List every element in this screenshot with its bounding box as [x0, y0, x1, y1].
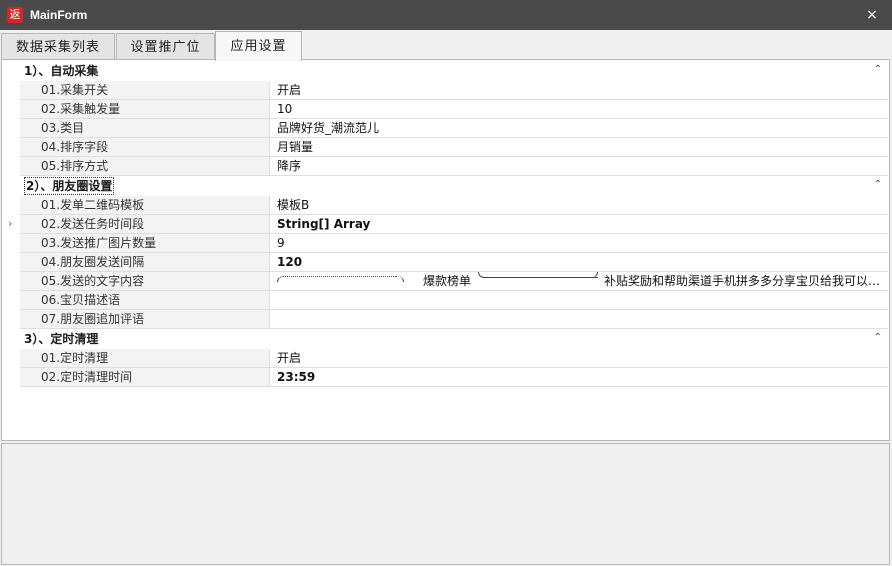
- property-name: 05.排序方式: [20, 157, 270, 175]
- property-row[interactable]: 01.定时清理 开启: [3, 349, 888, 368]
- app-settings-panel: 1）、自动采集 ⌃ 01.采集开关 开启 02.采集触发量 10 03.类目 品…: [1, 59, 890, 441]
- property-value[interactable]: 降序: [271, 157, 888, 175]
- tab-promotion-slot-settings[interactable]: 设置推广位: [116, 33, 215, 60]
- property-row[interactable]: 01.采集开关 开启: [3, 81, 888, 100]
- property-value[interactable]: [271, 310, 888, 328]
- property-row[interactable]: 02.定时清理时间 23:59: [3, 368, 888, 387]
- property-name: 02.定时清理时间: [20, 368, 270, 386]
- property-value[interactable]: String[] Array: [271, 215, 888, 233]
- property-name: 04.排序字段: [20, 138, 270, 156]
- property-row[interactable]: 03.类目 品牌好货_潮流范儿: [3, 119, 888, 138]
- property-name: 04.朋友圈发送间隔: [20, 253, 270, 271]
- property-value[interactable]: 爆款榜单 补贴奖励和帮助渠道手机拼多多分享宝贝给我可以…: [271, 272, 888, 290]
- property-grid[interactable]: 1）、自动采集 ⌃ 01.采集开关 开启 02.采集触发量 10 03.类目 品…: [3, 61, 888, 387]
- collapse-chevron-icon[interactable]: ⌃: [874, 175, 882, 195]
- property-name: 05.发送的文字内容: [20, 272, 270, 290]
- tab-app-settings[interactable]: 应用设置: [215, 31, 302, 61]
- title-bar: 返 MainForm ×: [0, 0, 892, 30]
- decorative-brace-left: [277, 276, 397, 282]
- category-auto-collect[interactable]: 1）、自动采集 ⌃: [3, 61, 888, 81]
- property-value[interactable]: 120: [271, 253, 888, 271]
- property-name: 03.类目: [20, 119, 270, 137]
- property-value[interactable]: 9: [271, 234, 888, 252]
- property-value[interactable]: 开启: [271, 81, 888, 99]
- close-button[interactable]: ×: [852, 0, 892, 30]
- collapse-chevron-icon[interactable]: ⌃: [874, 328, 882, 348]
- property-row[interactable]: 07.朋友圈追加评语: [3, 310, 888, 329]
- property-row[interactable]: 05.发送的文字内容 爆款榜单 补贴奖励和帮助渠道手机拼多多分享宝贝给我可以…: [3, 272, 888, 291]
- decorative-brace-middle-end: [511, 272, 598, 278]
- property-name: 02.采集触发量: [20, 100, 270, 118]
- description-panel: [1, 443, 890, 565]
- property-name: 06.宝贝描述语: [20, 291, 270, 309]
- property-name: 01.采集开关: [20, 81, 270, 99]
- property-value[interactable]: 月销量: [271, 138, 888, 156]
- property-row[interactable]: 06.宝贝描述语: [3, 291, 888, 310]
- property-value[interactable]: 开启: [271, 349, 888, 367]
- category-scheduled-cleanup[interactable]: 3）、定时清理 ⌃: [3, 329, 888, 349]
- property-value[interactable]: 10: [271, 100, 888, 118]
- decorative-brace-end: [389, 276, 404, 282]
- property-value[interactable]: 品牌好货_潮流范儿: [271, 119, 888, 137]
- property-value[interactable]: 模板B: [271, 196, 888, 214]
- property-row[interactable]: 04.排序字段 月销量: [3, 138, 888, 157]
- category-title: 3）、定时清理: [24, 332, 99, 346]
- category-title: 1）、自动采集: [24, 64, 99, 78]
- property-value[interactable]: 23:59: [271, 368, 888, 386]
- category-moments-settings[interactable]: 2）、朋友圈设置 ⌃: [3, 176, 888, 196]
- tab-strip: 数据采集列表 设置推广位 应用设置: [0, 31, 892, 61]
- category-title: 2）、朋友圈设置: [24, 177, 115, 195]
- property-row-selected[interactable]: › 02.发送任务时间段 String[] Array: [3, 215, 888, 234]
- property-row[interactable]: 05.排序方式 降序: [3, 157, 888, 176]
- property-name: 03.发送推广图片数量: [20, 234, 270, 252]
- property-row[interactable]: 03.发送推广图片数量 9: [3, 234, 888, 253]
- property-row[interactable]: 02.采集触发量 10: [3, 100, 888, 119]
- value-part-description: 补贴奖励和帮助渠道手机拼多多分享宝贝给我可以…: [604, 274, 881, 288]
- property-row[interactable]: 04.朋友圈发送间隔 120: [3, 253, 888, 272]
- property-value[interactable]: [271, 291, 888, 309]
- property-name: 02.发送任务时间段: [20, 215, 270, 233]
- collapse-chevron-icon[interactable]: ⌃: [874, 60, 882, 80]
- value-part-hot-list: 爆款榜单: [423, 274, 472, 288]
- tab-data-collection-list[interactable]: 数据采集列表: [1, 33, 115, 60]
- window-title: MainForm: [30, 8, 88, 22]
- app-icon: 返: [7, 7, 23, 23]
- property-name: 01.定时清理: [20, 349, 270, 367]
- row-pointer-icon: ›: [8, 217, 13, 230]
- property-name: 07.朋友圈追加评语: [20, 310, 270, 328]
- property-row[interactable]: 01.发单二维码模板 模板B: [3, 196, 888, 215]
- property-name: 01.发单二维码模板: [20, 196, 270, 214]
